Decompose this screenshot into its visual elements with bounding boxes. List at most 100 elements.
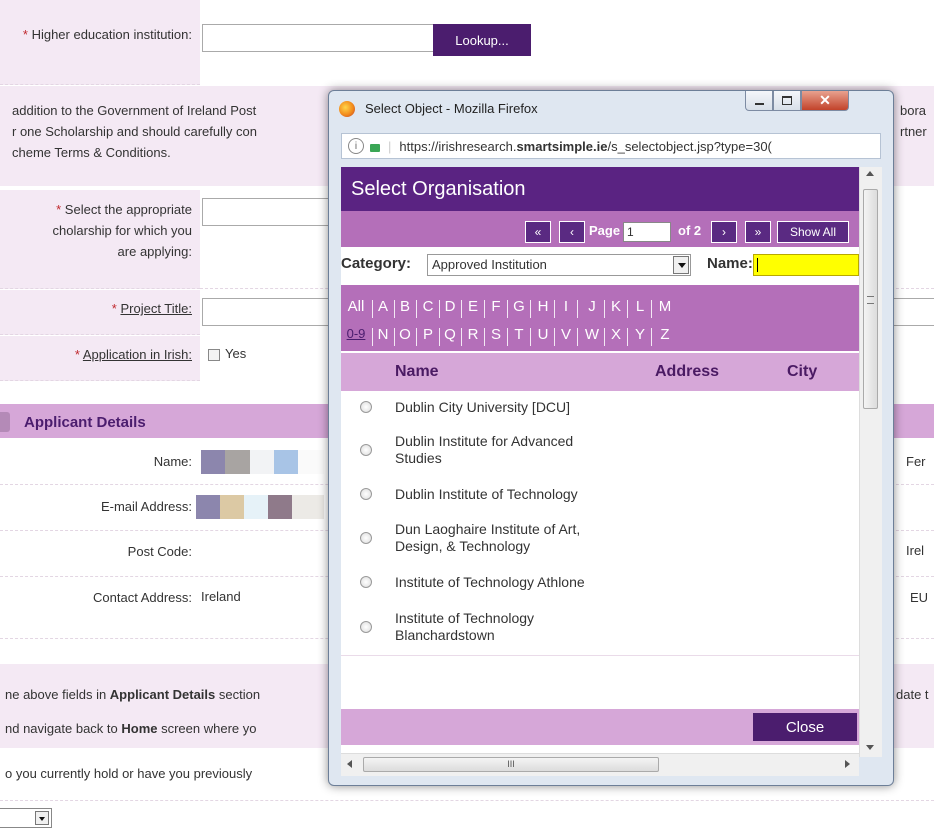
collapse-toggle-icon[interactable] (0, 412, 10, 432)
pager-page-label: Page (589, 223, 621, 238)
col-city-header: City (787, 363, 818, 380)
alpha-letter-i[interactable]: I (556, 298, 576, 315)
pager-last-button[interactable]: » (745, 221, 771, 243)
alpha-letter-l[interactable]: L (630, 298, 650, 315)
alphabet-separator (484, 328, 485, 346)
alpha-letter-m[interactable]: M (654, 298, 676, 315)
alpha-letter-0-9[interactable]: 0-9 (341, 326, 371, 341)
result-row[interactable]: Dublin City University [DCU] (341, 391, 859, 424)
result-radio[interactable] (360, 444, 372, 456)
alpha-letter-o[interactable]: O (395, 326, 415, 343)
result-row[interactable]: Dun Laoghaire Institute of Art, Design, &… (341, 511, 859, 566)
result-radio[interactable] (360, 401, 372, 413)
select-org-title: Select Organisation (351, 178, 526, 200)
lock-icon[interactable] (370, 144, 380, 152)
pager-next-button[interactable]: › (711, 221, 737, 243)
scroll-down-icon[interactable] (866, 745, 874, 750)
alpha-letter-a[interactable]: A (373, 298, 393, 315)
right-value-3: EU (910, 590, 929, 605)
question-line: o you currently hold or have you previou… (5, 766, 253, 781)
vertical-scrollbar[interactable] (859, 167, 882, 757)
intro-right-fragments: bora rtner (900, 100, 927, 142)
alpha-letter-h[interactable]: H (533, 298, 553, 315)
result-radio[interactable] (360, 532, 372, 544)
alphabet-separator (554, 300, 555, 318)
result-row[interactable]: Institute of Technology Athlone (341, 565, 859, 600)
pager-page-input[interactable]: 1 (623, 222, 671, 242)
url-bar[interactable]: i | https://irishresearch.smartsimple.ie… (341, 133, 881, 159)
show-all-button[interactable]: Show All (777, 221, 849, 243)
pager-first-button[interactable]: « (525, 221, 551, 243)
intro-text: addition to the Government of Ireland Po… (12, 100, 332, 163)
alpha-letter-y[interactable]: Y (630, 326, 650, 343)
alpha-letter-s[interactable]: S (486, 326, 506, 343)
project-title-input[interactable] (202, 298, 330, 326)
higher-ed-input[interactable] (202, 24, 434, 52)
alphabet-separator (461, 328, 462, 346)
alphabet-separator (577, 328, 578, 346)
irish-checkbox[interactable] (208, 349, 220, 361)
alphabet-separator (416, 300, 417, 318)
category-select[interactable]: Approved Institution (427, 254, 691, 276)
result-radio[interactable] (360, 576, 372, 588)
alpha-letter-x[interactable]: X (606, 326, 626, 343)
alpha-letter-r[interactable]: R (463, 326, 483, 343)
result-row[interactable]: Dublin Institute of Technology (341, 477, 859, 512)
result-row[interactable]: Institute of Technology Blanchardstown (341, 599, 859, 656)
name-redacted-1 (201, 450, 225, 474)
alpha-letter-t[interactable]: T (509, 326, 529, 343)
close-button[interactable]: Close (753, 713, 857, 741)
alpha-letter-e[interactable]: E (463, 298, 483, 315)
maximize-icon[interactable] (773, 91, 801, 111)
right-value-1: Fer (906, 454, 926, 469)
window-titlebar[interactable]: Select Object - Mozilla Firefox ✕ (329, 91, 893, 127)
scholarship-select[interactable] (202, 198, 330, 226)
application-irish-label: * Application in Irish: (74, 347, 192, 362)
alpha-letter-c[interactable]: C (418, 298, 438, 315)
alpha-letter-f[interactable]: F (486, 298, 506, 315)
name-redacted-5 (298, 450, 324, 474)
alpha-letter-z[interactable]: Z (654, 326, 676, 343)
minimize-icon[interactable] (745, 91, 773, 111)
horizontal-scrollbar[interactable]: III (341, 753, 859, 776)
info-icon[interactable]: i (348, 138, 364, 154)
alpha-letter-j[interactable]: J (581, 298, 603, 315)
alphabet-separator (627, 328, 628, 346)
email-redacted-3 (244, 495, 268, 519)
contact-address-label: Contact Address: (93, 590, 192, 605)
result-row[interactable]: Dublin Institute for Advanced Studies (341, 423, 859, 478)
alphabet-separator (507, 300, 508, 318)
alphabet-separator (416, 328, 417, 346)
alphabet-separator (577, 300, 578, 318)
result-radio[interactable] (360, 488, 372, 500)
applicant-details-title: Applicant Details (24, 414, 146, 431)
scroll-left-icon[interactable] (347, 760, 352, 768)
result-name-line: Institute of Technology (395, 610, 535, 626)
pager-of-label: of 2 (678, 223, 702, 238)
alpha-letter-n[interactable]: N (373, 326, 393, 343)
alpha-letter-g[interactable]: G (509, 298, 529, 315)
alpha-letter-w[interactable]: W (581, 326, 603, 343)
scroll-up-icon[interactable] (866, 171, 874, 176)
name-filter-input[interactable] (753, 254, 859, 276)
scroll-right-icon[interactable] (845, 760, 850, 768)
close-window-icon[interactable]: ✕ (801, 91, 849, 111)
alpha-letter-k[interactable]: K (606, 298, 626, 315)
alpha-letter-u[interactable]: U (533, 326, 553, 343)
result-radio[interactable] (360, 621, 372, 633)
result-name: Dublin City University [DCU] (395, 399, 645, 416)
alphabet-separator (507, 328, 508, 346)
pager-prev-button[interactable]: ‹ (559, 221, 585, 243)
result-name: Institute of Technology Blanchardstown (395, 610, 645, 644)
alpha-letter-all[interactable]: All (341, 298, 371, 315)
hscroll-thumb[interactable]: III (363, 757, 659, 772)
alpha-letter-p[interactable]: P (418, 326, 438, 343)
popup-content: Select Organisation « ‹ Page 1 of 2 › » … (341, 167, 859, 775)
alphabet-separator (461, 300, 462, 318)
alpha-letter-q[interactable]: Q (440, 326, 460, 343)
lookup-button[interactable]: Lookup... (433, 24, 531, 56)
alpha-letter-v[interactable]: V (556, 326, 576, 343)
question-select[interactable] (0, 808, 52, 828)
alpha-letter-d[interactable]: D (440, 298, 460, 315)
alpha-letter-b[interactable]: B (395, 298, 415, 315)
